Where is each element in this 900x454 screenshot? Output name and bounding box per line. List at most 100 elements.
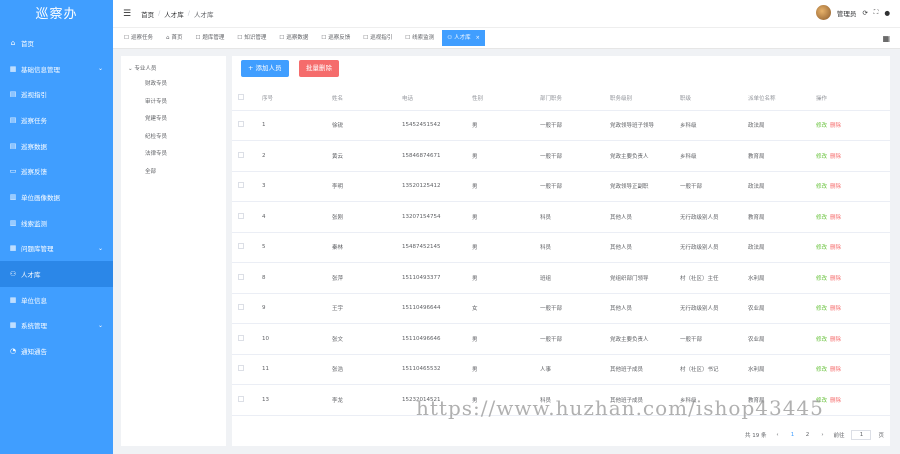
row-checkbox-cell[interactable] — [232, 354, 262, 385]
row-checkbox-cell[interactable] — [232, 140, 262, 172]
sidebar-item[interactable]: ▦ 系统管理 ⌄ — [0, 313, 113, 339]
table-cell: 秦林 — [332, 232, 402, 263]
row-checkbox-cell[interactable] — [232, 262, 262, 294]
row-checkbox[interactable] — [238, 334, 244, 341]
row-checkbox-cell[interactable] — [232, 171, 262, 202]
tab-tag[interactable]: ☐ 巡察数据 — [274, 30, 313, 46]
tree-node[interactable]: 审计专员 — [121, 94, 226, 112]
row-checkbox-cell[interactable] — [232, 293, 262, 324]
tab-tag[interactable]: ☐ 巡视指引 — [358, 30, 397, 46]
home-icon: ⌂ — [10, 38, 16, 47]
delete-link[interactable]: 删除 — [830, 276, 841, 282]
tags-view-bar: ☐ 巡察任务 ⌂ 首页 ☐ 题库管理 ☐ 知识管理 ☐ 巡察数据 ☐ 巡察反馈 ☐ 巡视指引 ☐ 线索监测 ⚇ 人… — [113, 27, 900, 49]
sidebar-item-label: 巡察任务 — [21, 116, 47, 125]
tree-node[interactable]: 纪检专员 — [121, 129, 226, 147]
table-cell: 乡科级 — [680, 110, 748, 141]
delete-link[interactable]: 删除 — [830, 245, 841, 251]
row-checkbox-cell[interactable] — [232, 384, 262, 416]
checkbox[interactable] — [238, 93, 244, 100]
edit-link[interactable]: 修改 — [816, 184, 827, 190]
tree-caret-icon[interactable]: ⌄ — [128, 66, 133, 72]
sidebar-item-label: 巡察反馈 — [21, 168, 47, 177]
user-name[interactable]: 管理员 — [837, 8, 857, 18]
edit-link[interactable]: 修改 — [816, 367, 827, 373]
edit-link[interactable]: 修改 — [816, 215, 827, 221]
delete-link[interactable]: 删除 — [830, 184, 841, 190]
sidebar-item[interactable]: ▦ 单位信息 — [0, 287, 113, 313]
refresh-icon[interactable]: ⟳ — [862, 9, 867, 17]
tree-node[interactable]: 全部 — [121, 164, 226, 182]
sidebar-item[interactable]: ⌂ 首页 — [0, 30, 113, 56]
add-person-button[interactable]: + 添加人员 — [241, 60, 289, 77]
tree-root-node[interactable]: ⌄ 专业人员 — [121, 62, 226, 76]
sidebar-item[interactable]: ⚇ 人才库 — [0, 261, 113, 287]
delete-link[interactable]: 删除 — [830, 398, 841, 404]
tree-node[interactable]: 财政专员 — [121, 76, 226, 94]
row-checkbox-cell[interactable] — [232, 323, 262, 355]
sidebar-item-label: 基础信息管理 — [21, 65, 60, 74]
pagination-goto-input[interactable]: 1 — [851, 430, 872, 440]
tab-tag[interactable]: ☐ 巡察任务 — [119, 30, 158, 46]
delete-link[interactable]: 删除 — [830, 154, 841, 160]
tree-node[interactable]: 党建专员 — [121, 111, 226, 129]
sidebar-item[interactable]: ▦ 基础信息管理 ⌄ — [0, 56, 113, 82]
sidebar-item[interactable]: ▥ 线索监测 — [0, 210, 113, 236]
row-checkbox[interactable] — [238, 365, 244, 372]
row-checkbox[interactable] — [238, 304, 244, 311]
breadcrumb-item-talent[interactable]: 人才库 — [164, 9, 184, 19]
delete-link[interactable]: 删除 — [830, 306, 841, 312]
edit-link[interactable]: 修改 — [816, 154, 827, 160]
table-row: 10 张文 15110496646 男一般干部 党政主要负责人 一般干部 农业局 修改 删除 — [232, 323, 890, 355]
pagination-next-button[interactable]: › — [818, 432, 826, 438]
close-icon[interactable]: × — [476, 30, 480, 46]
row-checkbox[interactable] — [238, 182, 244, 189]
pagination-page-2[interactable]: 2 — [803, 432, 811, 438]
tab-tag[interactable]: ☐ 知识管理 — [232, 30, 271, 46]
delete-link[interactable]: 删除 — [830, 367, 841, 373]
edit-link[interactable]: 修改 — [816, 123, 827, 129]
pagination-page-1[interactable]: 1 — [788, 432, 796, 438]
sidebar-item[interactable]: ▤ 巡视指引 — [0, 81, 113, 107]
edit-link[interactable]: 修改 — [816, 337, 827, 343]
hamburger-menu-icon[interactable]: ☰ — [123, 9, 131, 19]
row-checkbox[interactable] — [238, 212, 244, 219]
row-checkbox-cell[interactable] — [232, 232, 262, 263]
table-body: 1 徐锐 15452451542 男一般干部 党政领导班子领导 乡科级 政法局 修改 删除 2 黄云… — [232, 110, 890, 416]
sidebar-item[interactable]: ▭ 巡察反馈 — [0, 158, 113, 184]
tab-tag[interactable]: ☐ 线索监测 — [400, 30, 439, 46]
tab-tag[interactable]: ⌂ 首页 — [161, 30, 188, 46]
delete-link[interactable]: 删除 — [830, 337, 841, 343]
row-checkbox[interactable] — [238, 243, 244, 250]
sidebar-item[interactable]: ▤ 巡察数据 — [0, 133, 113, 159]
avatar[interactable] — [815, 5, 831, 20]
delete-link[interactable]: 删除 — [830, 215, 841, 221]
row-checkbox[interactable] — [238, 395, 244, 402]
row-checkbox[interactable] — [238, 273, 244, 280]
tab-tag[interactable]: ☐ 巡察反馈 — [316, 30, 355, 46]
delete-link[interactable]: 删除 — [830, 123, 841, 129]
edit-link[interactable]: 修改 — [816, 306, 827, 312]
table-cell: 10 — [262, 323, 332, 355]
grid-icon: ▦ — [9, 321, 17, 330]
sidebar-item[interactable]: ▥ 单位画像数据 — [0, 184, 113, 210]
settings-icon[interactable]: ● — [884, 9, 890, 17]
tab-tag[interactable]: ⚇ 人才库 × — [442, 30, 485, 46]
column-header: 职务级别 — [610, 86, 680, 111]
breadcrumb-item-home[interactable]: 首页 — [141, 9, 154, 19]
select-all-checkbox[interactable] — [232, 86, 262, 111]
edit-link[interactable]: 修改 — [816, 245, 827, 251]
edit-link[interactable]: 修改 — [816, 276, 827, 282]
tags-menu-grid-icon[interactable]: ▦ — [882, 34, 890, 43]
row-checkbox-cell[interactable] — [232, 110, 262, 141]
sidebar-item[interactable]: ▦ 问题库管理 ⌄ — [0, 236, 113, 262]
sidebar-item[interactable]: ▤ 巡察任务 — [0, 107, 113, 133]
row-checkbox-cell[interactable] — [232, 201, 262, 233]
row-checkbox[interactable] — [238, 151, 244, 158]
tree-node[interactable]: 法律专员 — [121, 146, 226, 164]
tab-tag[interactable]: ☐ 题库管理 — [190, 30, 229, 46]
fullscreen-icon[interactable]: ⛶ — [874, 8, 879, 17]
row-checkbox[interactable] — [238, 121, 244, 128]
batch-delete-button[interactable]: 批量删除 — [299, 60, 339, 77]
sidebar-item[interactable]: ◔ 通知通告 — [0, 338, 113, 364]
pagination-prev-button[interactable]: ‹ — [773, 432, 781, 438]
